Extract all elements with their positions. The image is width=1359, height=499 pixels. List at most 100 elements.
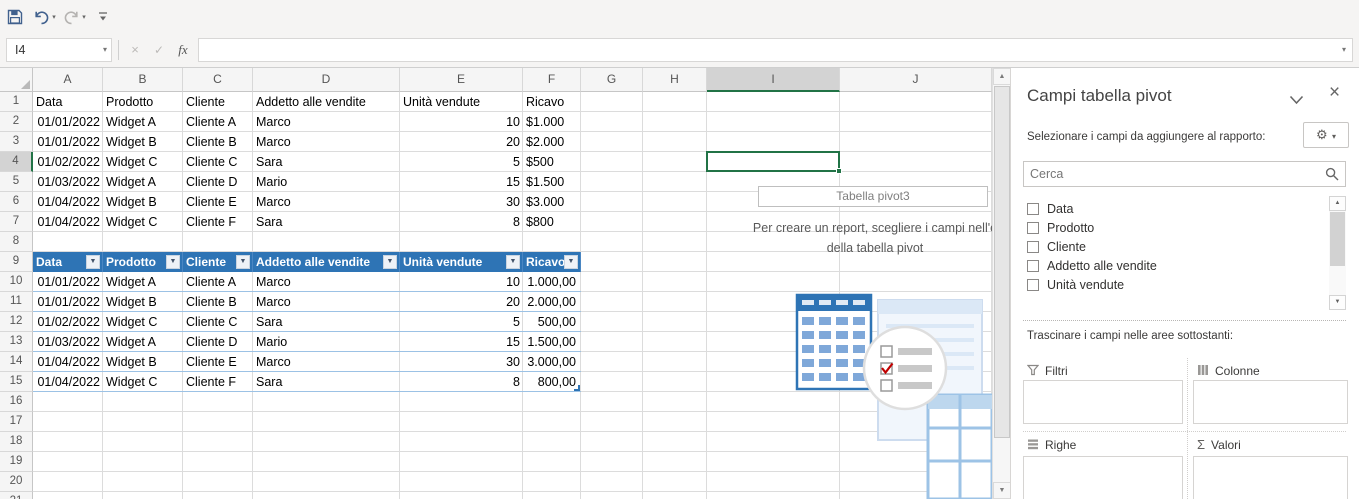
cell-B13[interactable]: Widget A	[103, 332, 183, 352]
cell-F5[interactable]: $1.500	[523, 172, 581, 192]
cell-A11[interactable]: 01/01/2022	[33, 292, 103, 312]
column-header-F[interactable]: F	[523, 68, 581, 92]
cell-F13[interactable]: 1.500,00	[523, 332, 581, 352]
cell-C11[interactable]: Cliente B	[183, 292, 253, 312]
cell-A1[interactable]: Data	[33, 92, 103, 112]
cell-D11[interactable]: Marco	[253, 292, 400, 312]
customize-qat-button[interactable]	[92, 6, 114, 28]
cell-E5[interactable]: 15	[400, 172, 523, 192]
cell-D4[interactable]: Sara	[253, 152, 400, 172]
redo-dropdown-caret[interactable]: ▾	[80, 13, 88, 21]
cell-D12[interactable]: Sara	[253, 312, 400, 332]
row-header-16[interactable]: 16	[0, 392, 33, 412]
row-header-17[interactable]: 17	[0, 412, 33, 432]
row-header-10[interactable]: 10	[0, 272, 33, 292]
column-header-H[interactable]: H	[643, 68, 707, 92]
cell-E13[interactable]: 15	[400, 332, 523, 352]
scroll-up-button[interactable]: ▲	[993, 68, 1011, 85]
field-checkbox-cliente[interactable]	[1027, 241, 1039, 253]
row-header-2[interactable]: 2	[0, 112, 33, 132]
cell-C5[interactable]: Cliente D	[183, 172, 253, 192]
column-header-C[interactable]: C	[183, 68, 253, 92]
field-checkbox-unità-vendute[interactable]	[1027, 279, 1039, 291]
row-header-8[interactable]: 8	[0, 232, 33, 252]
cell-D2[interactable]: Marco	[253, 112, 400, 132]
cell-F12[interactable]: 500,00	[523, 312, 581, 332]
filters-drop-zone[interactable]	[1023, 380, 1183, 424]
cell-D15[interactable]: Sara	[253, 372, 400, 392]
row-header-20[interactable]: 20	[0, 472, 33, 492]
redo-button[interactable]	[60, 6, 82, 28]
formula-bar-expand-icon[interactable]: ▾	[1342, 39, 1346, 61]
cell-E4[interactable]: 5	[400, 152, 523, 172]
row-header-18[interactable]: 18	[0, 432, 33, 452]
cell-E7[interactable]: 8	[400, 212, 523, 232]
cell-B2[interactable]: Widget A	[103, 112, 183, 132]
cell-A7[interactable]: 01/04/2022	[33, 212, 103, 232]
cell-D5[interactable]: Mario	[253, 172, 400, 192]
cell-A6[interactable]: 01/04/2022	[33, 192, 103, 212]
sheet-grid[interactable]: Data Prodotto Cliente Addetto alle vendite U…	[0, 68, 992, 499]
cell-D14[interactable]: Marco	[253, 352, 400, 372]
columns-drop-zone[interactable]	[1193, 380, 1348, 424]
row-header-21[interactable]: 21	[0, 492, 33, 499]
filter-button-prodotto[interactable]: ▼	[166, 255, 180, 269]
cell-C15[interactable]: Cliente F	[183, 372, 253, 392]
filter-button-cliente[interactable]: ▼	[236, 255, 250, 269]
cell-A2[interactable]: 01/01/2022	[33, 112, 103, 132]
cell-F15[interactable]: 800,00	[523, 372, 581, 392]
cell-C9[interactable]: Cliente ▼	[183, 252, 253, 272]
column-header-D[interactable]: D	[253, 68, 400, 92]
cell-E6[interactable]: 30	[400, 192, 523, 212]
field-item-data[interactable]: Data	[1023, 200, 1323, 219]
field-item-addetto-alle-vendite[interactable]: Addetto alle vendite	[1023, 257, 1323, 276]
confirm-button[interactable]: ✓	[148, 38, 170, 62]
pane-tools-button[interactable]: ⚙ ▾	[1303, 122, 1349, 148]
field-search-box[interactable]	[1023, 161, 1346, 187]
filter-button-unità-vendute[interactable]: ▼	[506, 255, 520, 269]
name-box-caret-icon[interactable]: ▾	[103, 39, 107, 61]
cell-C6[interactable]: Cliente E	[183, 192, 253, 212]
field-list-scroll-thumb[interactable]	[1330, 212, 1345, 266]
cell-F14[interactable]: 3.000,00	[523, 352, 581, 372]
undo-button[interactable]	[30, 6, 52, 28]
cell-B5[interactable]: Widget A	[103, 172, 183, 192]
formula-bar[interactable]: ▾	[198, 38, 1353, 62]
cancel-button[interactable]: ×	[124, 38, 146, 62]
pane-collapse-button[interactable]	[1289, 92, 1305, 105]
cell-D3[interactable]: Marco	[253, 132, 400, 152]
column-header-A[interactable]: A	[33, 68, 103, 92]
sheet-vertical-scrollbar[interactable]: ▲ ▼	[992, 68, 1011, 499]
cell-D10[interactable]: Marco	[253, 272, 400, 292]
cell-B3[interactable]: Widget B	[103, 132, 183, 152]
field-item-prodotto[interactable]: Prodotto	[1023, 219, 1323, 238]
cell-C12[interactable]: Cliente C	[183, 312, 253, 332]
cell-F4[interactable]: $500	[523, 152, 581, 172]
cell-D13[interactable]: Mario	[253, 332, 400, 352]
cell-A5[interactable]: 01/03/2022	[33, 172, 103, 192]
cell-F6[interactable]: $3.000	[523, 192, 581, 212]
cell-E11[interactable]: 20	[400, 292, 523, 312]
cell-A9[interactable]: Data ▼	[33, 252, 103, 272]
row-header-7[interactable]: 7	[0, 212, 33, 232]
row-header-12[interactable]: 12	[0, 312, 33, 332]
row-header-19[interactable]: 19	[0, 452, 33, 472]
cell-E3[interactable]: 20	[400, 132, 523, 152]
column-header-J[interactable]: J	[840, 68, 992, 92]
filter-button-data[interactable]: ▼	[86, 255, 100, 269]
field-list-scroll-down[interactable]: ▼	[1329, 295, 1346, 310]
row-header-3[interactable]: 3	[0, 132, 33, 152]
cell-A12[interactable]: 01/02/2022	[33, 312, 103, 332]
row-header-13[interactable]: 13	[0, 332, 33, 352]
cell-F9[interactable]: Ricavo ▼	[523, 252, 581, 272]
column-header-B[interactable]: B	[103, 68, 183, 92]
row-header-14[interactable]: 14	[0, 352, 33, 372]
field-checkbox-addetto-alle-vendite[interactable]	[1027, 260, 1039, 272]
cell-B10[interactable]: Widget A	[103, 272, 183, 292]
field-checkbox-data[interactable]	[1027, 203, 1039, 215]
column-header-G[interactable]: G	[581, 68, 643, 92]
cell-F1[interactable]: Ricavo	[523, 92, 581, 112]
cell-D9[interactable]: Addetto alle vendite ▼	[253, 252, 400, 272]
filter-button-ricavo[interactable]: ▼	[564, 255, 578, 269]
cell-B15[interactable]: Widget C	[103, 372, 183, 392]
